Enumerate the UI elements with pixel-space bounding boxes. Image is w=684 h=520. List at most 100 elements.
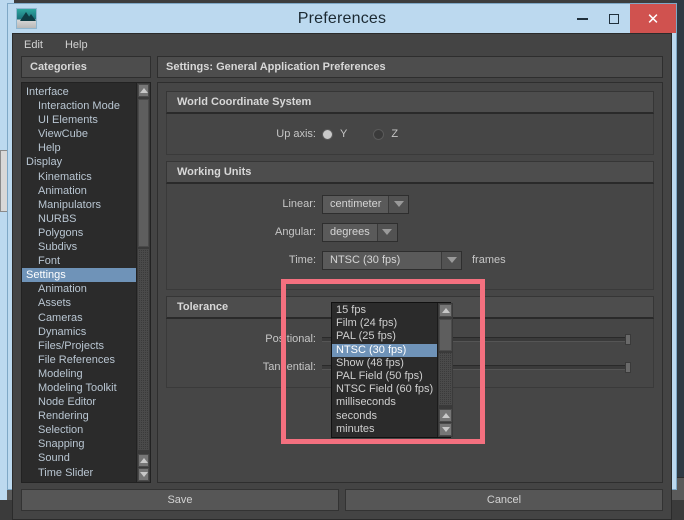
group-world-coordinate-system: World Coordinate System Up axis: Y Z — [166, 91, 654, 155]
row-linear-unit: Linear: centimeter — [177, 193, 643, 215]
scrollbar-thumb[interactable] — [138, 99, 149, 247]
sidebar-item-subdivs[interactable]: Subdivs — [22, 240, 136, 254]
row-up-axis: Up axis: Y Z — [177, 123, 643, 145]
dropdown-scrollbar-thumb[interactable] — [439, 319, 453, 351]
sidebar-item-settings[interactable]: Settings — [22, 268, 136, 283]
sidebar-item-animation[interactable]: Animation — [22, 282, 136, 296]
scroll-down-button[interactable] — [138, 467, 149, 481]
sidebar-item-animation[interactable]: Animation — [22, 184, 136, 198]
sidebar-item-help[interactable]: Help — [22, 141, 136, 155]
radio-up-axis-y[interactable] — [322, 128, 333, 140]
dropdown-option-minutes[interactable]: minutes — [332, 423, 437, 436]
row-label: Tangential: — [262, 361, 316, 373]
sidebar-item-polygons[interactable]: Polygons — [22, 226, 136, 240]
time-unit-combobox[interactable]: NTSC (30 fps) — [322, 250, 462, 270]
sidebar-item-interface[interactable]: Interface — [22, 85, 136, 99]
dropdown-scroll-up-button-lower[interactable] — [439, 409, 453, 423]
sidebar-item-manipulators[interactable]: Manipulators — [22, 198, 136, 212]
row-label: Positional: — [265, 333, 316, 345]
chevron-up-icon — [441, 308, 450, 313]
dropdown-option-seconds[interactable]: seconds — [332, 410, 437, 423]
dropdown-option-pal-25-fps-[interactable]: PAL (25 fps) — [332, 330, 437, 343]
categories-list-wrapper: Interface Interaction Mode UI Elements View… — [21, 82, 151, 483]
dropdown-scroll-up-button[interactable] — [439, 304, 453, 317]
chevron-down-icon — [441, 427, 450, 433]
dropdown-scrollbar-track[interactable] — [439, 353, 453, 406]
angular-unit-combobox[interactable]: degrees — [322, 222, 398, 242]
dialog-body: Edit Help Categories Interface Interactio… — [12, 33, 672, 520]
dropdown-option-milliseconds[interactable]: milliseconds — [332, 396, 437, 409]
group-title: World Coordinate System — [166, 91, 654, 114]
radio-label-z: Z — [391, 128, 399, 140]
group-working-units: Working Units Linear: centimeter Angular… — [166, 161, 654, 290]
chevron-up-icon — [139, 88, 148, 93]
time-unit-value: NTSC (30 fps) — [323, 251, 441, 269]
chevron-down-icon — [446, 257, 457, 263]
categories-list[interactable]: Interface Interaction Mode UI Elements View… — [22, 83, 136, 482]
menu-bar: Edit Help — [13, 34, 671, 56]
chevron-down-icon — [393, 201, 404, 207]
sidebar-item-node-editor[interactable]: Node Editor — [22, 395, 136, 409]
dropdown-scroll-down-button[interactable] — [439, 423, 453, 437]
sidebar-item-modeling[interactable]: Modeling — [22, 367, 136, 381]
radio-up-axis-z[interactable] — [373, 128, 385, 140]
sidebar-item-rendering[interactable]: Rendering — [22, 409, 136, 423]
dropdown-option-show-48-fps-[interactable]: Show (48 fps) — [332, 357, 437, 370]
dropdown-option-ntsc-30-fps-[interactable]: NTSC (30 fps) — [332, 343, 438, 357]
slider-handle[interactable] — [625, 333, 631, 345]
sidebar-item-file-references[interactable]: File References — [22, 353, 136, 367]
scroll-up-button-lower[interactable] — [138, 453, 149, 467]
angular-unit-dropdown-arrow[interactable] — [376, 223, 397, 241]
menu-item-help[interactable]: Help — [62, 37, 91, 53]
sidebar-item-ui-elements[interactable]: UI Elements — [22, 113, 136, 127]
sidebar-item-assets[interactable]: Assets — [22, 296, 136, 310]
minimize-button[interactable] — [566, 4, 598, 33]
sidebar-item-kinematics[interactable]: Kinematics — [22, 170, 136, 184]
slider-handle[interactable] — [625, 361, 631, 373]
linear-unit-value: centimeter — [323, 195, 389, 213]
chevron-up-icon — [139, 457, 148, 463]
sidebar-item-snapping[interactable]: Snapping — [22, 437, 136, 451]
maximize-icon — [609, 13, 619, 24]
sidebar-item-dynamics[interactable]: Dynamics — [22, 325, 136, 339]
row-time-unit: Time: NTSC (30 fps) frames — [177, 249, 643, 271]
chevron-down-icon — [382, 229, 393, 235]
sidebar-item-interaction-mode[interactable]: Interaction Mode — [22, 99, 136, 113]
linear-unit-combobox[interactable]: centimeter — [322, 194, 410, 214]
group-title: Working Units — [166, 161, 654, 184]
sidebar-item-viewcube[interactable]: ViewCube — [22, 127, 136, 141]
dropdown-option-film-24-fps-[interactable]: Film (24 fps) — [332, 317, 437, 330]
dropdown-option-15-fps[interactable]: 15 fps — [332, 304, 437, 317]
sidebar-item-nurbs[interactable]: NURBS — [22, 212, 136, 226]
dropdown-option-ntsc-field-60-fps-[interactable]: NTSC Field (60 fps) — [332, 383, 437, 396]
scrollbar-track[interactable] — [138, 249, 149, 450]
sidebar-item-time-slider[interactable]: Time Slider — [22, 466, 136, 480]
categories-header: Categories — [21, 56, 151, 78]
sidebar-item-modeling-toolkit[interactable]: Modeling Toolkit — [22, 381, 136, 395]
group-box: Linear: centimeter Angular: degrees Time… — [166, 184, 654, 290]
sidebar-item-display[interactable]: Display — [22, 155, 136, 169]
dropdown-scrollbar[interactable] — [437, 303, 454, 438]
menu-item-edit[interactable]: Edit — [21, 37, 46, 53]
dropdown-option-pal-field-50-fps-[interactable]: PAL Field (50 fps) — [332, 370, 437, 383]
categories-scrollbar[interactable] — [136, 83, 150, 482]
settings-header: Settings: General Application Preference… — [157, 56, 663, 78]
row-label: Up axis: — [276, 128, 316, 140]
row-label: Linear: — [282, 198, 316, 210]
dropdown-options[interactable]: 15 fps Film (24 fps) PAL (25 fps) NTSC (30 … — [332, 303, 438, 437]
time-unit-dropdown-list[interactable]: 15 fps Film (24 fps) PAL (25 fps) NTSC (30 … — [331, 302, 454, 439]
sidebar-item-files-projects[interactable]: Files/Projects — [22, 339, 136, 353]
close-button[interactable]: ✕ — [630, 4, 676, 33]
time-unit-dropdown-arrow[interactable] — [441, 251, 461, 269]
sidebar-item-font[interactable]: Font — [22, 254, 136, 268]
linear-unit-dropdown-arrow[interactable] — [388, 195, 409, 213]
sidebar-item-cameras[interactable]: Cameras — [22, 311, 136, 325]
scroll-up-button[interactable] — [138, 84, 149, 97]
sidebar-item-selection[interactable]: Selection — [22, 423, 136, 437]
sidebar-item-sound[interactable]: Sound — [22, 451, 136, 465]
chevron-down-icon — [139, 471, 148, 477]
chevron-up-icon — [441, 413, 450, 419]
maximize-button[interactable] — [598, 4, 630, 33]
dialog-footer: Save Cancel — [13, 483, 671, 519]
row-label: Time: — [288, 254, 316, 266]
